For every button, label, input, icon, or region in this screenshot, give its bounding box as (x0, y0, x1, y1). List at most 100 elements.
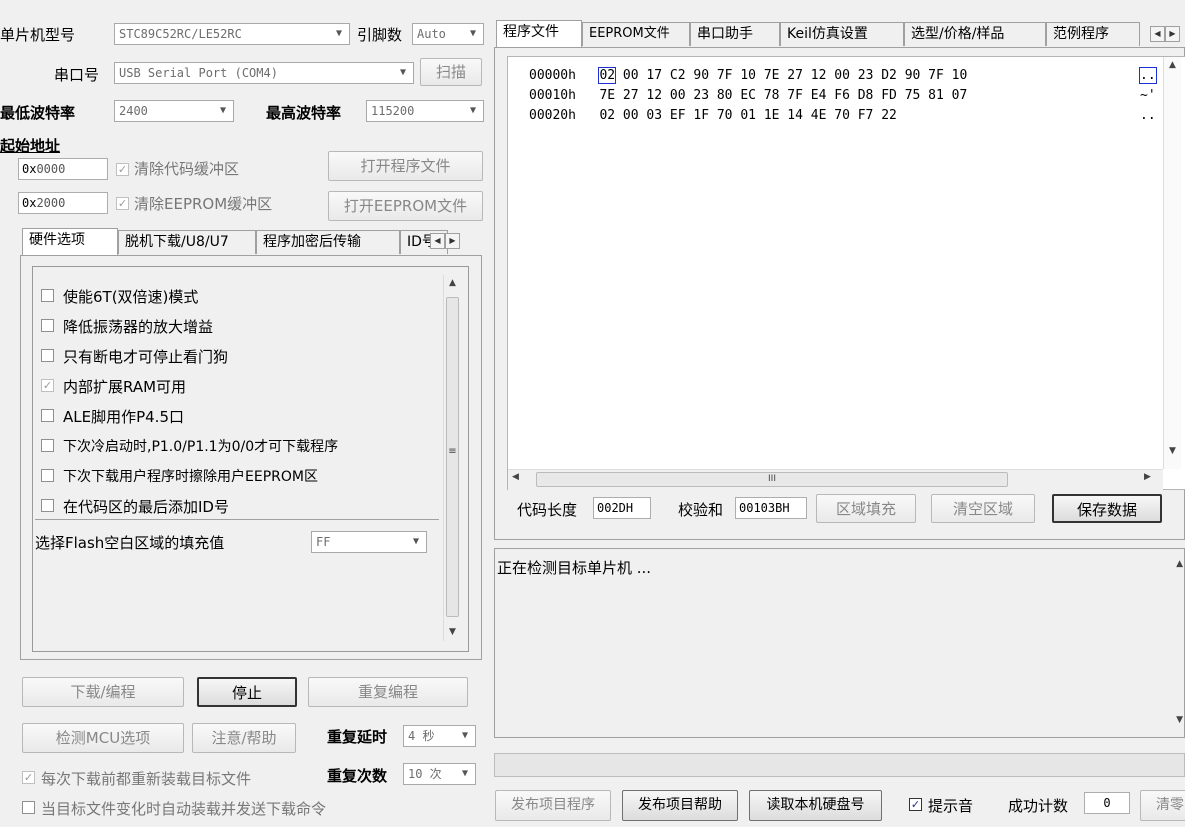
main-tab-strip: 程序文件 EEPROM文件 串口助手 Keil仿真设置 选型/价格/样品 范例程… (494, 20, 1185, 48)
eeprom-address-input[interactable]: 0x2000 (18, 192, 108, 214)
scroll-down-icon[interactable]: ▼ (444, 624, 461, 641)
tab-scroll-right-icon[interactable]: ▶ (445, 233, 460, 249)
pins-select[interactable]: Auto ▼ (412, 23, 484, 45)
tab-example-programs[interactable]: 范例程序 (1046, 22, 1140, 46)
auto-send-label: 当目标文件变化时自动装载并发送下载命令 (41, 800, 327, 818)
tab-encrypted-transfer[interactable]: 程序加密后传输 (256, 230, 400, 254)
hex-ascii: .. (1140, 108, 1156, 123)
chevron-down-icon: ▼ (412, 536, 420, 547)
start-address-input[interactable]: 0x0000 (18, 158, 108, 180)
tab-program-file[interactable]: 程序文件 (496, 20, 582, 47)
option-checkbox[interactable] (41, 499, 54, 512)
hex-viewer[interactable]: 00000h 02 00 17 C2 90 7F 10 7E 27 12 00 … (507, 56, 1185, 490)
hex-bytes: 00 17 C2 90 7F 10 7E 27 12 00 23 D2 90 7… (615, 68, 968, 83)
beep-label: 提示音 (928, 797, 974, 815)
scroll-up-icon[interactable]: ▲ (1176, 559, 1183, 569)
clear-area-button[interactable]: 清空区域 (931, 494, 1035, 523)
publish-help-button[interactable]: 发布项目帮助 (622, 790, 738, 821)
download-program-button[interactable]: 下载/编程 (22, 677, 184, 707)
option-checkbox[interactable] (41, 319, 54, 332)
option-checkbox[interactable] (41, 289, 54, 302)
success-count-value: 0 (1084, 792, 1130, 814)
hex-horizontal-scrollbar[interactable]: ◀ III ▶ (508, 469, 1163, 490)
min-baud-select[interactable]: 2400 ▼ (114, 100, 234, 122)
hex-bytes: 02 00 03 EF 1F 70 01 1E 14 4E 70 F7 22 (599, 108, 897, 123)
mcu-model-value: STC89C52RC/LE52RC (119, 27, 242, 41)
hex-vertical-scrollbar[interactable]: ▲ ▼ (1163, 57, 1181, 469)
scroll-down-icon[interactable]: ▼ (1176, 715, 1183, 725)
scan-button[interactable]: 扫描 (420, 58, 482, 86)
mcu-model-select[interactable]: STC89C52RC/LE52RC ▼ (114, 23, 350, 45)
hex-address: 00010h (529, 88, 576, 103)
tab-scroll-right-icon[interactable]: ▶ (1165, 26, 1180, 42)
option-checkbox[interactable] (41, 349, 54, 362)
repeat-program-button[interactable]: 重复编程 (308, 677, 468, 707)
auto-send-checkbox[interactable] (22, 801, 35, 814)
min-baud-label: 最低波特率 (0, 104, 76, 122)
code-length-label: 代码长度 (517, 501, 578, 519)
option-checkbox[interactable] (41, 469, 54, 482)
options-scrollbar[interactable]: ▲ ≡ ▼ (443, 275, 461, 641)
port-select[interactable]: USB Serial Port (COM4) ▼ (114, 62, 414, 84)
repeat-count-select[interactable]: 10 次 ▼ (403, 763, 476, 785)
chevron-down-icon: ▼ (469, 28, 477, 39)
scroll-thumb[interactable]: III (536, 472, 1008, 487)
option-label: 使能6T(双倍速)模式 (63, 288, 199, 306)
tab-scroll-left-icon[interactable]: ◀ (430, 233, 445, 249)
reload-each-download-checkbox[interactable]: ✓ (22, 771, 35, 784)
pins-value: Auto (417, 27, 446, 41)
stop-button[interactable]: 停止 (197, 677, 297, 707)
chevron-down-icon: ▼ (461, 730, 469, 741)
option-label: 在代码区的最后添加ID号 (63, 498, 229, 516)
help-button[interactable]: 注意/帮助 (192, 723, 296, 753)
tab-serial-assistant[interactable]: 串口助手 (690, 22, 780, 46)
hex-ascii: .. (1139, 67, 1157, 84)
port-label: 串口号 (54, 66, 100, 84)
repeat-delay-value: 4 秒 (408, 729, 435, 743)
scroll-left-icon[interactable]: ◀ (512, 472, 519, 482)
fill-value-select[interactable]: FF ▼ (311, 531, 427, 553)
scroll-right-icon[interactable]: ▶ (1144, 472, 1151, 482)
scroll-down-icon[interactable]: ▼ (1164, 443, 1181, 460)
checksum-label: 校验和 (678, 501, 724, 519)
beep-checkbox[interactable]: ✓ (909, 798, 922, 811)
status-log[interactable]: 正在检测目标单片机 ... ▲ ▼ (494, 548, 1185, 738)
start-address-label: 起始地址 (0, 137, 61, 155)
scroll-up-icon[interactable]: ▲ (444, 275, 461, 292)
tab-hardware-options[interactable]: 硬件选项 (22, 228, 118, 255)
open-eeprom-file-button[interactable]: 打开EEPROM文件 (328, 191, 483, 221)
clear-code-checkbox[interactable]: ✓ (116, 163, 129, 176)
option-checkbox[interactable]: ✓ (41, 379, 54, 392)
chevron-down-icon: ▼ (219, 105, 227, 116)
max-baud-select[interactable]: 115200 ▼ (366, 100, 484, 122)
publish-program-button[interactable]: 发布项目程序 (495, 790, 611, 821)
clear-count-button[interactable]: 清零 (1140, 790, 1185, 821)
clear-eeprom-checkbox[interactable]: ✓ (116, 197, 129, 210)
open-program-file-button[interactable]: 打开程序文件 (328, 151, 483, 181)
repeat-delay-select[interactable]: 4 秒 ▼ (403, 725, 476, 747)
option-checkbox[interactable] (41, 439, 54, 452)
check-mcu-options-button[interactable]: 检测MCU选项 (22, 723, 184, 753)
tab-offline-download[interactable]: 脱机下载/U8/U7 (118, 230, 256, 254)
tab-selection-price[interactable]: 选型/价格/样品 (904, 22, 1046, 46)
tab-keil-settings[interactable]: Keil仿真设置 (780, 22, 904, 46)
option-checkbox[interactable] (41, 409, 54, 422)
hex-bytes: 7E 27 12 00 23 80 EC 78 7F E4 F6 D8 FD 7… (599, 88, 968, 103)
chevron-down-icon: ▼ (335, 28, 343, 39)
clear-eeprom-label: 清除EEPROM缓冲区 (134, 195, 273, 213)
save-data-button[interactable]: 保存数据 (1052, 494, 1162, 523)
grip-icon: III (768, 474, 776, 484)
checksum-value: 00103BH (735, 497, 807, 519)
hex-prefix: 0x (22, 196, 37, 210)
fill-area-button[interactable]: 区域填充 (816, 494, 916, 523)
hex-ascii: ~' (1140, 88, 1156, 103)
program-file-panel: 00000h 02 00 17 C2 90 7F 10 7E 27 12 00 … (494, 47, 1185, 540)
tab-eeprom-file[interactable]: EEPROM文件 (582, 22, 690, 46)
scroll-up-icon[interactable]: ▲ (1164, 57, 1181, 74)
tab-scroll-left-icon[interactable]: ◀ (1150, 26, 1165, 42)
hex-row: 00000h 02 00 17 C2 90 7F 10 7E 27 12 00 … (529, 67, 968, 84)
chevron-down-icon: ▼ (461, 768, 469, 779)
option-label: 内部扩展RAM可用 (63, 378, 187, 396)
read-disk-id-button[interactable]: 读取本机硬盘号 (749, 790, 882, 821)
success-count-label: 成功计数 (1008, 797, 1069, 815)
